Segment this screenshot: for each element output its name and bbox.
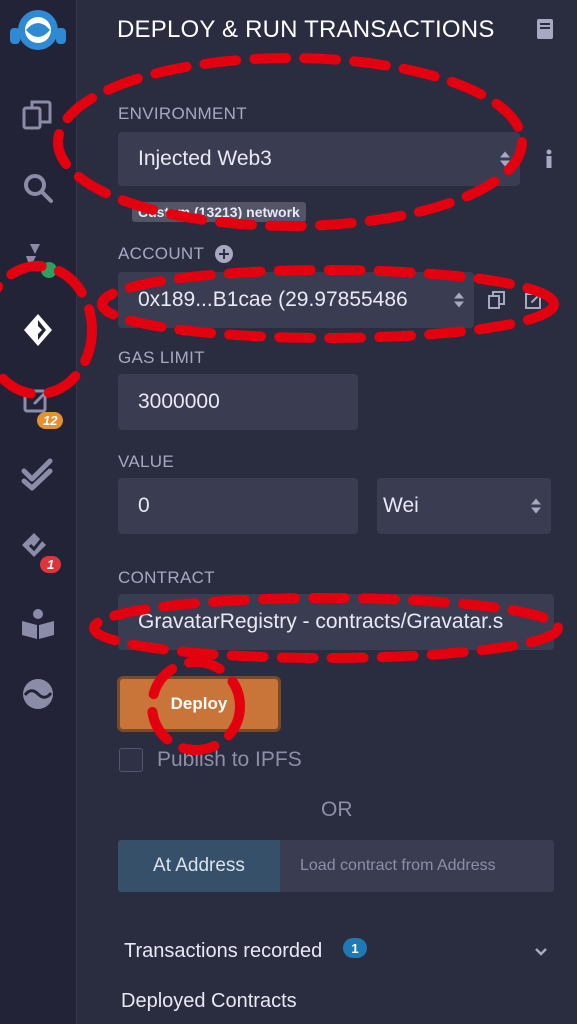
edit-icon[interactable]: 12 [0, 370, 76, 430]
environment-label: ENVIRONMENT [118, 104, 247, 123]
documentation-icon[interactable] [535, 18, 555, 45]
deploy-run-icon[interactable] [0, 300, 76, 360]
verified-check-icon[interactable]: 1 [0, 516, 76, 576]
edit-account-icon[interactable] [524, 288, 546, 315]
or-divider: OR [321, 798, 353, 821]
copy-icon[interactable] [487, 290, 507, 315]
add-account-icon[interactable] [214, 244, 234, 269]
value-unit-select[interactable]: Wei [377, 478, 551, 534]
select-arrows-icon [500, 151, 510, 167]
page-title: DEPLOY & RUN TRANSACTIONS [117, 16, 495, 43]
verify-count-badge: 1 [40, 556, 62, 573]
transactions-count-badge: 1 [343, 938, 367, 958]
gas-limit-input[interactable]: 3000000 [118, 374, 358, 430]
environment-value: Injected Web3 [138, 147, 272, 170]
gas-limit-label: GAS LIMIT [118, 348, 205, 367]
double-check-icon[interactable] [0, 444, 76, 504]
info-icon[interactable] [543, 148, 555, 170]
address-input[interactable]: Load contract from Address [280, 840, 554, 892]
network-tag: Custom (13213) network [132, 202, 306, 222]
icon-sidebar: 12 1 [0, 0, 77, 1024]
plugin-wave-icon[interactable] [0, 664, 76, 724]
publish-ipfs-checkbox[interactable] [119, 748, 143, 772]
search-icon[interactable] [0, 158, 76, 218]
edit-count-badge: 12 [37, 412, 64, 429]
file-explorer-icon[interactable] [0, 86, 76, 146]
value-label: VALUE [118, 452, 174, 471]
deploy-button[interactable]: Deploy [117, 676, 281, 732]
transactions-recorded-label[interactable]: Transactions recorded [124, 940, 322, 963]
chevron-down-icon[interactable] [534, 944, 548, 962]
learneth-book-icon[interactable] [0, 594, 76, 654]
deploy-panel: DEPLOY & RUN TRANSACTIONS ENVIRONMENT In… [77, 0, 577, 1024]
at-address-button[interactable]: At Address [118, 840, 280, 892]
value-input[interactable]: 0 [118, 478, 358, 534]
value-unit: Wei [383, 494, 419, 517]
select-arrows-icon [531, 498, 541, 514]
contract-value: GravatarRegistry - contracts/Gravatar.s [138, 610, 504, 633]
solidity-compiler-icon[interactable] [0, 230, 76, 290]
contract-label: CONTRACT [118, 568, 215, 587]
remix-logo-icon[interactable] [0, 2, 76, 62]
account-value: 0x189...B1cae (29.97855486 [138, 288, 408, 311]
deployed-contracts-label[interactable]: Deployed Contracts [121, 990, 297, 1013]
account-select[interactable]: 0x189...B1cae (29.97855486 [118, 272, 474, 328]
account-label: ACCOUNT [118, 244, 205, 263]
select-arrows-icon [454, 292, 464, 308]
contract-select[interactable]: GravatarRegistry - contracts/Gravatar.s [118, 594, 554, 650]
publish-ipfs-label: Publish to IPFS [157, 748, 302, 771]
environment-select[interactable]: Injected Web3 [118, 132, 520, 186]
